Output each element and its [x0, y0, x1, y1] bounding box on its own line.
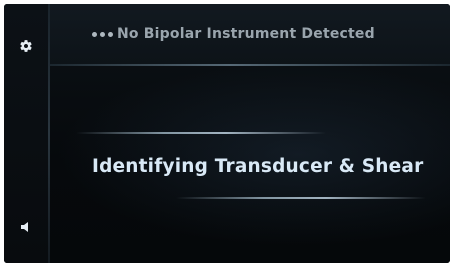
decorative-sweep-bottom	[176, 197, 426, 199]
status-message: No Bipolar Instrument Detected	[92, 26, 375, 42]
main-message: Identifying Transducer & Shear	[92, 156, 424, 177]
status-indicator-dots	[92, 31, 113, 37]
status-text: No Bipolar Instrument Detected	[117, 26, 375, 42]
speaker-icon	[21, 222, 28, 232]
settings-button[interactable]	[4, 36, 48, 56]
device-screen: No Bipolar Instrument Detected Identifyi…	[4, 4, 450, 263]
header-divider	[50, 64, 450, 66]
status-header: No Bipolar Instrument Detected	[50, 4, 450, 64]
sidebar	[4, 4, 48, 263]
volume-button[interactable]	[4, 217, 48, 237]
gear-icon	[20, 40, 32, 52]
decorative-sweep-top	[76, 132, 326, 134]
main-panel: No Bipolar Instrument Detected Identifyi…	[50, 4, 450, 263]
